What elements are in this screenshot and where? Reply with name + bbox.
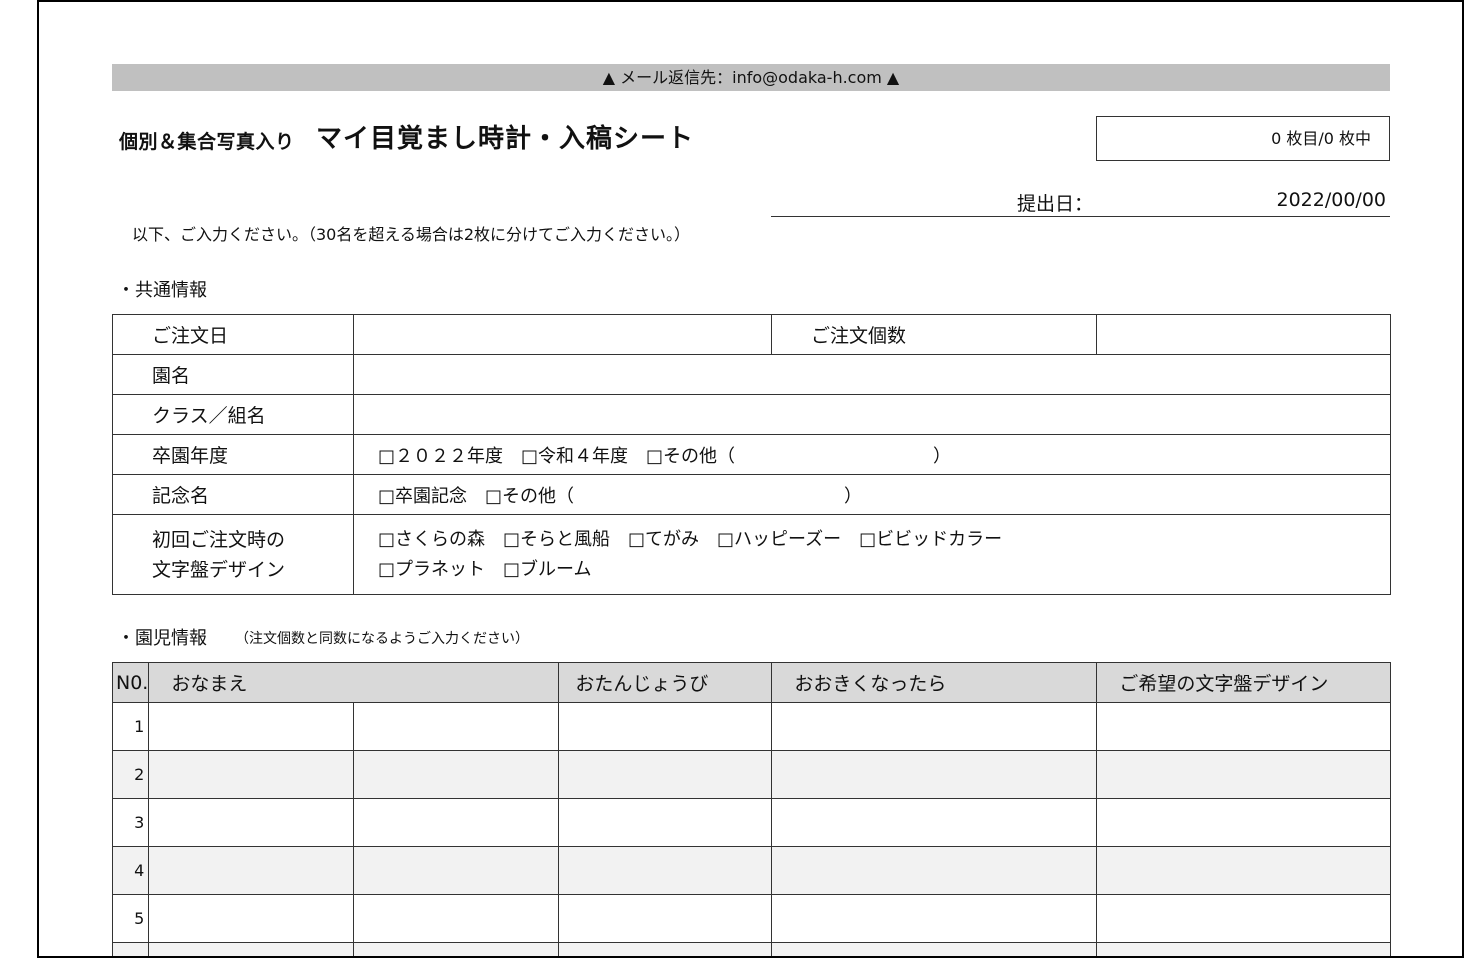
row-number: 1 bbox=[111, 702, 150, 751]
name-cell-2[interactable] bbox=[353, 750, 560, 799]
title-prefix: 個別＆集合写真入り bbox=[119, 131, 295, 153]
name-cell-2[interactable] bbox=[353, 798, 560, 847]
design-cell[interactable] bbox=[1096, 702, 1392, 751]
children-info-heading: ・園児情報 bbox=[117, 628, 207, 649]
header-name: おなまえ bbox=[148, 662, 560, 703]
table-row bbox=[111, 942, 1392, 956]
name-cell-1[interactable] bbox=[148, 846, 355, 895]
birthday-cell[interactable] bbox=[558, 702, 773, 751]
dream-cell[interactable] bbox=[771, 702, 1098, 751]
dream-cell[interactable] bbox=[771, 798, 1098, 847]
birthday-cell[interactable] bbox=[558, 942, 773, 956]
name-cell-1[interactable] bbox=[148, 750, 355, 799]
name-cell-2[interactable] bbox=[353, 894, 560, 943]
order-date-label: ご注文日 bbox=[112, 314, 354, 355]
row-number: 2 bbox=[111, 750, 150, 799]
row-number bbox=[111, 942, 150, 956]
mail-return-banner: ▲ メール返信先：info@odaka-h.com ▲ bbox=[112, 64, 1390, 91]
class-field[interactable] bbox=[353, 394, 1391, 435]
table-row: 1 bbox=[111, 702, 1392, 751]
kindergarten-label: 園名 bbox=[112, 354, 354, 395]
design-label-line1: 初回ご注文時の bbox=[152, 528, 286, 551]
table-row: 3 bbox=[111, 798, 1392, 847]
page-title: マイ目覚まし時計・入稿シート bbox=[316, 124, 695, 154]
row-number: 4 bbox=[111, 846, 150, 895]
birthday-cell[interactable] bbox=[558, 750, 773, 799]
row-number: 5 bbox=[111, 894, 150, 943]
submission-date-label: 提出日： bbox=[1017, 193, 1094, 215]
children-table: N0. おなまえ おたんじょうび おおきくなったら ご希望の文字盤デザイン 1 … bbox=[111, 662, 1392, 956]
order-qty-field[interactable] bbox=[1096, 314, 1391, 355]
table-row: 5 bbox=[111, 894, 1392, 943]
header-no: N0. bbox=[111, 662, 150, 703]
birthday-cell[interactable] bbox=[558, 894, 773, 943]
kindergarten-row: 園名 bbox=[112, 354, 1391, 395]
memorial-row: 記念名 □卒園記念 □その他（ ） bbox=[112, 474, 1391, 515]
header-design: ご希望の文字盤デザイン bbox=[1096, 662, 1392, 703]
children-header-row: N0. おなまえ おたんじょうび おおきくなったら ご希望の文字盤デザイン bbox=[111, 662, 1392, 703]
birthday-cell[interactable] bbox=[558, 846, 773, 895]
row-number: 3 bbox=[111, 798, 150, 847]
grad-year-options[interactable]: □２０２２年度 □令和４年度 □その他（ ） bbox=[353, 434, 1391, 475]
design-cell[interactable] bbox=[1096, 846, 1392, 895]
class-label: クラス／組名 bbox=[112, 394, 354, 435]
dream-cell[interactable] bbox=[771, 846, 1098, 895]
design-options-line2[interactable]: □プラネット □ブルーム bbox=[378, 555, 1390, 585]
children-info-note: （注文個数と同数になるようご入力ください） bbox=[235, 631, 529, 647]
date-underline bbox=[771, 216, 1390, 217]
header-birthday: おたんじょうび bbox=[558, 662, 773, 703]
design-options-line1[interactable]: □さくらの森 □そらと風船 □てがみ □ハッピーズー □ビビッドカラー bbox=[378, 525, 1390, 555]
order-row: ご注文日 ご注文個数 bbox=[112, 314, 1391, 355]
design-cell[interactable] bbox=[1096, 798, 1392, 847]
order-date-field[interactable] bbox=[353, 314, 772, 355]
name-cell-1[interactable] bbox=[148, 702, 355, 751]
name-cell-2[interactable] bbox=[353, 942, 560, 956]
common-info-table: ご注文日 ご注文個数 園名 クラス／組名 卒園年度 □２０２２年度 □令和４年度… bbox=[112, 314, 1391, 595]
name-cell-2[interactable] bbox=[353, 702, 560, 751]
submission-date-field[interactable]: 2022/00/00 bbox=[1239, 189, 1386, 211]
grad-year-row: 卒園年度 □２０２２年度 □令和４年度 □その他（ ） bbox=[112, 434, 1391, 475]
design-cell[interactable] bbox=[1096, 750, 1392, 799]
name-cell-1[interactable] bbox=[148, 798, 355, 847]
design-cell[interactable] bbox=[1096, 942, 1392, 956]
design-label-line2: 文字盤デザイン bbox=[152, 558, 286, 581]
header-dream: おおきくなったら bbox=[771, 662, 1098, 703]
page-count-box: 0 枚目/0 枚中 bbox=[1096, 116, 1390, 161]
dream-cell[interactable] bbox=[771, 750, 1098, 799]
common-info-heading: ・共通情報 bbox=[117, 280, 207, 301]
kindergarten-field[interactable] bbox=[353, 354, 1391, 395]
table-row: 4 bbox=[111, 846, 1392, 895]
grad-year-label: 卒園年度 bbox=[112, 434, 354, 475]
name-cell-1[interactable] bbox=[148, 894, 355, 943]
order-qty-label: ご注文個数 bbox=[771, 314, 1097, 355]
design-row: 初回ご注文時の 文字盤デザイン □さくらの森 □そらと風船 □てがみ □ハッピー… bbox=[112, 514, 1391, 595]
memorial-options[interactable]: □卒園記念 □その他（ ） bbox=[353, 474, 1391, 515]
dream-cell[interactable] bbox=[771, 942, 1098, 956]
table-row: 2 bbox=[111, 750, 1392, 799]
name-cell-2[interactable] bbox=[353, 846, 560, 895]
entry-sheet: ▲ メール返信先：info@odaka-h.com ▲ 個別＆集合写真入り マイ… bbox=[37, 0, 1464, 958]
design-options[interactable]: □さくらの森 □そらと風船 □てがみ □ハッピーズー □ビビッドカラー □プラネ… bbox=[353, 514, 1391, 595]
class-row: クラス／組名 bbox=[112, 394, 1391, 435]
design-cell[interactable] bbox=[1096, 894, 1392, 943]
dream-cell[interactable] bbox=[771, 894, 1098, 943]
name-cell-1[interactable] bbox=[148, 942, 355, 956]
memorial-label: 記念名 bbox=[112, 474, 354, 515]
design-label: 初回ご注文時の 文字盤デザイン bbox=[112, 514, 354, 595]
birthday-cell[interactable] bbox=[558, 798, 773, 847]
instruction-note: 以下、ご入力ください。（30名を超える場合は2枚に分けてご入力ください。） bbox=[132, 225, 691, 244]
